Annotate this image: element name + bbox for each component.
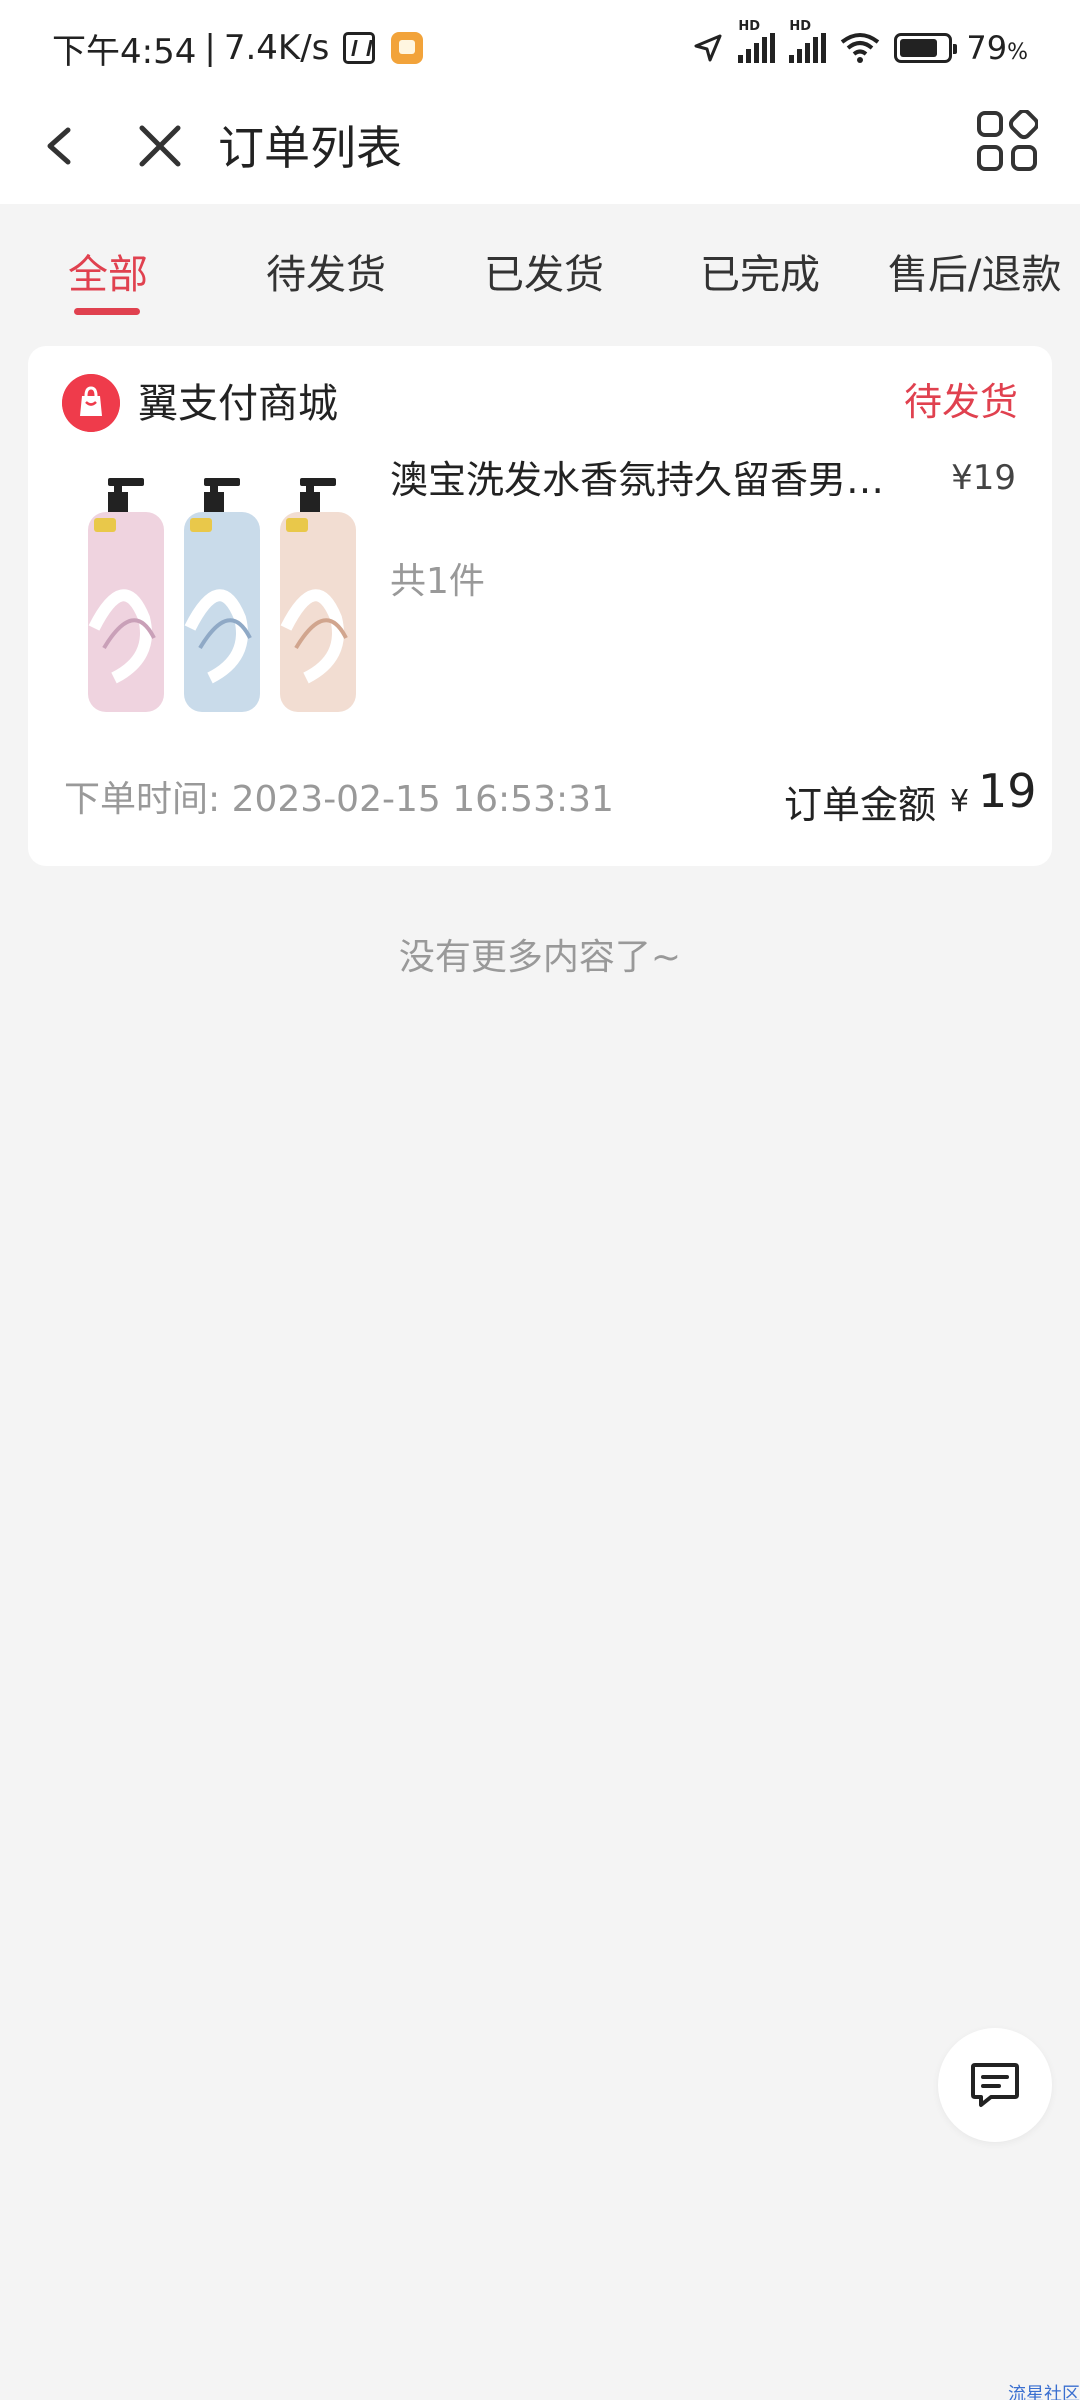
customer-service-button[interactable] (938, 2028, 1052, 2142)
order-tabs: 全部 待发货 已发货 已完成 售后/退款 (0, 204, 1080, 320)
order-card[interactable]: 翼支付商城 待发货 澳宝洗发水香氛持久留香男女… ¥19 共1件 下单时间: 2… (28, 346, 1052, 866)
signal-2-icon: HD (789, 19, 827, 63)
no-more-content: 没有更多内容了~ (398, 937, 682, 978)
nav-bar: 订单列表 (0, 96, 1080, 204)
status-separator: | (204, 28, 216, 68)
order-time: 下单时间: 2023-02-15 16:53:31 (64, 779, 614, 820)
signal-1-label: HD (738, 19, 761, 34)
signal-2-label: HD (789, 19, 812, 34)
tab-to-ship[interactable]: 待发货 (266, 242, 386, 300)
location-icon (694, 34, 722, 62)
battery-percent-unit: % (1007, 40, 1028, 65)
chat-icon (971, 2063, 1019, 2107)
store-name[interactable]: 翼支付商城 (138, 376, 338, 432)
nfc-icon (343, 32, 376, 64)
status-left: 下午4:54 | 7.4K/s (52, 24, 424, 73)
app-notification-icon (391, 32, 424, 64)
tab-all[interactable]: 全部 (68, 242, 148, 300)
battery-percent-value: 79 (966, 29, 1008, 67)
order-total-label: 订单金额 (784, 783, 937, 827)
status-right: HD HD 79% (692, 19, 1028, 67)
tab-shipped[interactable]: 已发货 (484, 242, 604, 300)
product-price: ¥19 (951, 458, 1016, 498)
wifi-icon (841, 33, 880, 63)
product-image (88, 478, 356, 712)
more-grid-icon[interactable] (976, 110, 1038, 172)
page-title: 订单列表 (218, 121, 402, 175)
battery-icon (894, 33, 958, 63)
product-title[interactable]: 澳宝洗发水香氛持久留香男女… (390, 450, 920, 510)
tab-after-sales[interactable]: 售后/退款 (888, 242, 1061, 300)
tab-completed[interactable]: 已完成 (700, 242, 820, 300)
product-quantity: 共1件 (390, 561, 485, 602)
battery-fill (900, 39, 937, 57)
order-status: 待发货 (903, 380, 1018, 424)
close-icon[interactable] (132, 116, 188, 176)
status-bar: 下午4:54 | 7.4K/s HD HD 79% (0, 0, 1080, 96)
watermark: 流星社区 (1008, 2384, 1080, 2400)
order-total-value: 19 (978, 764, 1037, 818)
order-total-currency: ¥ (950, 784, 970, 819)
tab-indicator (74, 308, 140, 315)
signal-1-icon: HD (738, 19, 776, 63)
battery-percent: 79% (966, 29, 1028, 67)
store-bag-icon (62, 374, 120, 432)
status-time: 下午4:54 (52, 31, 197, 72)
network-speed: 7.4K/s (223, 28, 330, 68)
back-icon[interactable] (40, 116, 80, 176)
